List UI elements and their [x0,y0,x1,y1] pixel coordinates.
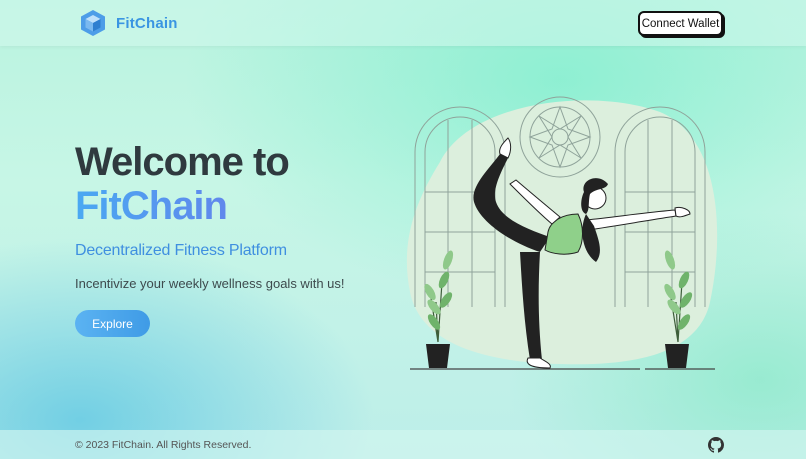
footer-copyright: © 2023 FitChain. All Rights Reserved. [75,439,252,451]
yoga-woman-illustration [406,96,718,370]
hero-subtitle: Decentralized Fitness Platform [75,242,287,259]
explore-button[interactable]: Explore [75,310,150,337]
hero-section: Welcome to FitChain Decentralized Fitnes… [75,140,395,337]
footer: © 2023 FitChain. All Rights Reserved. [0,430,806,459]
hero-title-line1: Welcome to [75,140,290,184]
connect-wallet-button[interactable]: Connect Wallet [638,11,723,36]
brand-name: FitChain [116,14,178,32]
cube-icon [81,10,105,36]
top-navbar: FitChain Connect Wallet [0,0,806,46]
hero-title-brand: FitChain [75,184,395,228]
github-icon[interactable] [708,437,724,453]
hero-tagline: Incentivize your weekly wellness goals w… [75,276,345,291]
brand-logo[interactable]: FitChain [80,9,178,37]
